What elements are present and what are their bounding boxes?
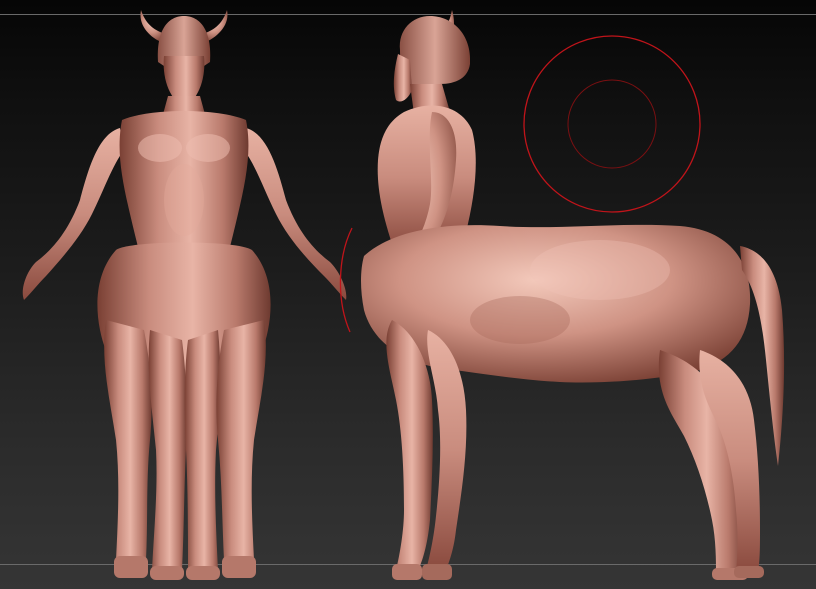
sculpt-view[interactable] xyxy=(0,0,816,589)
brush-cursor xyxy=(523,35,701,213)
front-leg-2 xyxy=(148,330,187,570)
brush-outer-radius xyxy=(523,35,701,213)
centaur-side-view xyxy=(361,10,785,580)
front-leg-1 xyxy=(104,320,152,560)
centaur-front-view xyxy=(22,10,347,580)
brush-inner-radius xyxy=(567,79,657,169)
front-leg-3 xyxy=(184,330,221,570)
zbrush-canvas[interactable] xyxy=(0,0,816,589)
symmetry-cursor-arc xyxy=(339,227,353,333)
front-leg-4 xyxy=(216,320,266,560)
